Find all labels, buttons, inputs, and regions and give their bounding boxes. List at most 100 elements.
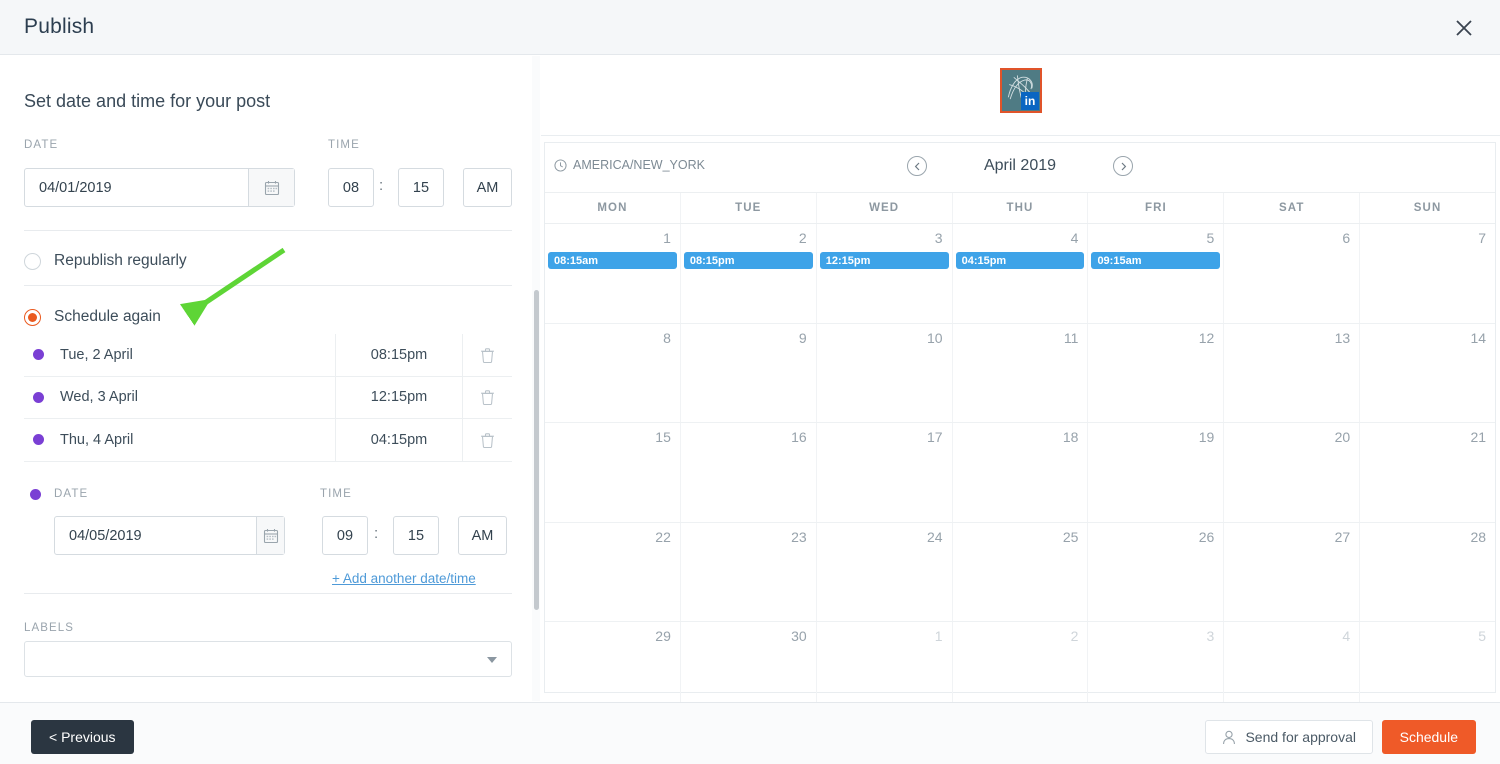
trash-icon[interactable] (462, 376, 512, 418)
calendar-day-number: 25 (1062, 528, 1079, 545)
calendar-day-number: 1 (934, 628, 943, 644)
calendar-event-pill[interactable]: 08:15pm (683, 252, 813, 269)
time-colon: : (374, 525, 379, 542)
calendar-week-row: 15 16 17 18 19 20 21 (545, 423, 1495, 523)
date-label: DATE (24, 139, 59, 151)
calendar-event-pill[interactable]: 12:15pm (819, 252, 949, 269)
calendar-day-cell[interactable]: 3 12:15pm (817, 224, 953, 323)
meridiem-toggle[interactable]: AM (463, 168, 512, 207)
calendar-day-number: 21 (1470, 429, 1487, 445)
calendar-icon[interactable] (256, 517, 284, 554)
purple-dot-icon (33, 391, 44, 403)
calendar-day-cell[interactable]: 11 (953, 323, 1089, 422)
calendar-week-row: 8 9 10 11 12 13 14 (545, 323, 1495, 423)
calendar-day-cell[interactable]: 26 (1088, 522, 1225, 621)
calendar-day-cell[interactable]: 19 (1088, 423, 1225, 522)
schedule-day: Thu, 4 April (60, 431, 134, 448)
weekday-mon: MON (545, 193, 681, 223)
minute-input[interactable]: 15 (398, 168, 444, 207)
date-input[interactable] (25, 169, 248, 206)
schedule-form-panel: Set date and time for your post DATE TIM… (0, 56, 540, 701)
calendar-day-cell[interactable]: 14 (1360, 324, 1495, 423)
calendar-day-number: 24 (927, 528, 943, 545)
hour-input[interactable]: 08 (328, 168, 374, 207)
calendar-day-number: 2 (798, 230, 807, 246)
calendar-day-cell[interactable]: 21 (1360, 423, 1495, 522)
calendar-day-cell[interactable]: 9 (681, 323, 817, 422)
calendar-day-cell[interactable]: 25 (953, 522, 1089, 621)
labels-label: LABELS (24, 622, 75, 634)
calendar-day-cell[interactable]: 28 (1360, 523, 1495, 622)
calendar-event-pill[interactable]: 08:15am (548, 252, 677, 269)
calendar-day-cell[interactable]: 8 (545, 323, 681, 422)
calendar-day-number: 19 (1198, 429, 1215, 445)
chevron-left-circle-icon[interactable] (907, 156, 927, 176)
second-minute-input[interactable]: 15 (393, 516, 439, 555)
weekday-sat: SAT (1224, 193, 1361, 223)
calendar-day-number: 13 (1334, 329, 1351, 346)
previous-button[interactable]: < Previous (31, 720, 134, 754)
calendar-day-cell[interactable]: 10 (817, 323, 953, 422)
radio-republish-regularly[interactable]: Republish regularly (24, 252, 187, 270)
calendar-day-cell[interactable]: 17 (817, 423, 953, 522)
calendar-day-cell[interactable]: 15 (545, 423, 681, 522)
calendar-day-cell[interactable]: 24 (817, 522, 953, 621)
calendar-day-cell[interactable]: 27 (1224, 522, 1361, 621)
calendar-day-number: 11 (1063, 329, 1079, 346)
left-panel-scrollbar-track[interactable] (532, 56, 540, 701)
radio-schedule-again[interactable]: Schedule again (24, 308, 161, 326)
calendar-event-pill[interactable]: 04:15pm (955, 252, 1085, 269)
send-for-approval-button[interactable]: Send for approval (1205, 720, 1373, 754)
second-time-label: TIME (320, 488, 352, 500)
page-title: Publish (24, 15, 95, 38)
calendar-day-number: 14 (1470, 329, 1487, 346)
trash-icon[interactable] (462, 334, 512, 376)
calendar-event-pill[interactable]: 09:15am (1091, 252, 1221, 269)
calendar-weekday-header: MON TUE WED THU FRI SAT SUN (545, 192, 1495, 224)
calendar-day-cell[interactable]: 22 (545, 522, 681, 621)
calendar-day-number: 6 (1342, 230, 1351, 246)
purple-dot-icon (30, 489, 41, 500)
calendar-icon[interactable] (248, 169, 294, 206)
calendar-day-cell[interactable]: 6 (1224, 224, 1361, 323)
calendar-day-cell[interactable]: 20 (1224, 423, 1361, 522)
close-icon[interactable] (1448, 12, 1480, 44)
second-date-input[interactable] (55, 517, 256, 554)
weekday-sun: SUN (1413, 202, 1442, 214)
second-meridiem-toggle[interactable]: AM (458, 516, 507, 555)
schedule-button[interactable]: Schedule (1381, 720, 1476, 754)
calendar-day-number: 27 (1334, 528, 1351, 545)
send-for-approval-label: Send for approval (1245, 729, 1356, 745)
trash-icon[interactable] (462, 419, 512, 461)
add-another-datetime-link[interactable]: + Add another date/time (332, 571, 476, 586)
left-panel-scrollbar-thumb[interactable] (533, 290, 539, 610)
person-icon (1223, 730, 1236, 744)
calendar-day-cell[interactable]: 5 09:15am (1088, 224, 1225, 323)
month-navigation: April 2019 (545, 156, 1495, 176)
calendar-day-number: 3 (1206, 628, 1215, 644)
calendar-grid: 1 08:15am 2 08:15pm 3 12:15pm 4 04:15pm 5 09:15am… (545, 224, 1495, 722)
chevron-right-circle-icon[interactable] (1113, 156, 1133, 176)
modal-header: Publish (0, 0, 1500, 55)
radio-icon-unchecked (24, 252, 41, 270)
calendar-day-cell[interactable]: 12 (1088, 323, 1225, 422)
calendar-day-cell[interactable]: 1 08:15am (545, 224, 681, 323)
radio-icon-checked (24, 308, 41, 326)
labels-select[interactable] (24, 641, 512, 677)
calendar-day-cell[interactable]: 4 04:15pm (953, 224, 1089, 323)
calendar-day-cell[interactable]: 7 (1360, 224, 1495, 323)
second-date-input-wrapper (54, 516, 285, 555)
calendar-day-cell[interactable]: 2 08:15pm (681, 224, 817, 323)
calendar-day-number: 18 (1062, 429, 1079, 445)
calendar-day-cell[interactable]: 23 (681, 522, 817, 621)
calendar-day-cell[interactable]: 16 (681, 423, 817, 522)
calendar-day-cell[interactable]: 18 (953, 423, 1089, 522)
calendar-day-number: 5 (1478, 628, 1487, 644)
calendar-day-number: 7 (1478, 230, 1487, 246)
second-hour-input[interactable]: 09 (322, 516, 368, 555)
avatar[interactable]: in (1000, 68, 1042, 113)
calendar-day-number: 29 (655, 628, 671, 644)
calendar-day-cell[interactable]: 13 (1224, 323, 1361, 422)
calendar-day-number: 8 (663, 329, 671, 346)
purple-dot-icon (33, 349, 44, 361)
